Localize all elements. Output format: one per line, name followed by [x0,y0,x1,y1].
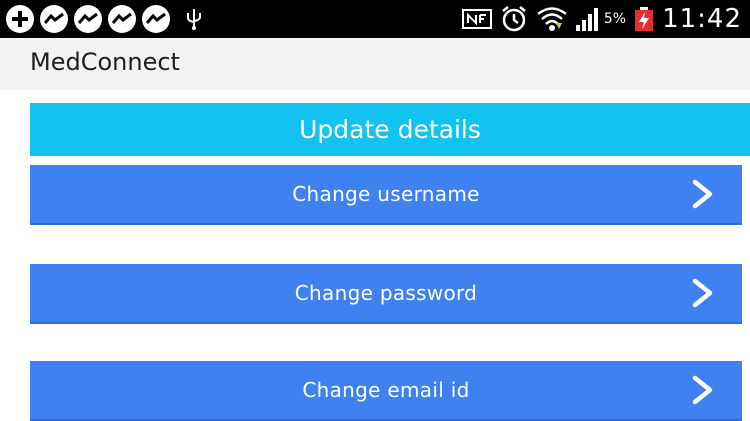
status-bar: 5% 11:42 [0,0,750,38]
signal-icon [575,4,598,34]
change-password-button[interactable]: Change password [30,264,742,324]
battery-percent: 5% [603,11,627,27]
change-email-button[interactable]: Change email id [30,361,742,421]
messenger-icon [142,5,170,33]
app-title: MedConnect [30,48,180,76]
nfc-icon [461,4,492,34]
usb-icon [182,5,206,33]
change-username-button[interactable]: Change username [30,165,742,225]
action-bar: MedConnect [0,38,750,90]
status-bar-notifications [6,5,206,33]
status-bar-system: 5% 11:42 [461,4,742,34]
alarm-icon [500,4,528,34]
chevron-right-icon [692,179,713,209]
battery-charging-icon [634,4,654,34]
chevron-right-icon [692,375,713,405]
add-notification-icon [6,5,34,33]
wifi-icon [536,4,568,34]
change-email-label: Change email id [302,378,470,402]
messenger-icon [40,5,68,33]
chevron-right-icon [692,278,713,308]
clock: 11:42 [662,4,742,34]
messenger-icon [74,5,102,33]
messenger-icon [108,5,136,33]
change-password-label: Change password [294,281,478,305]
section-header: Update details [30,103,750,156]
section-header-title: Update details [299,115,481,144]
change-username-label: Change username [292,182,480,206]
